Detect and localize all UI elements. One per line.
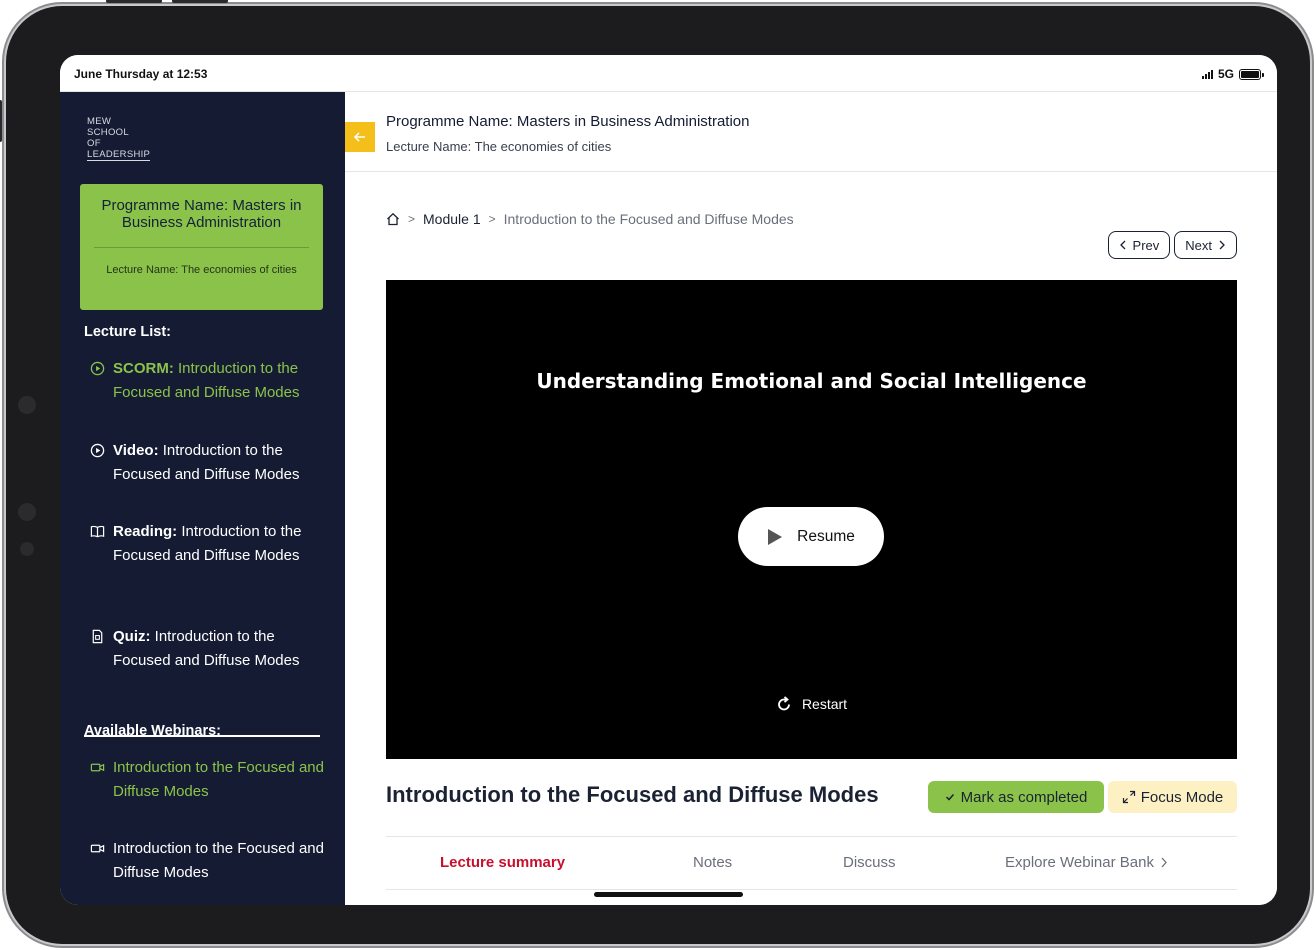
prev-label: Prev (1132, 237, 1160, 253)
home-icon[interactable] (386, 212, 400, 226)
logo-line: LEADERSHIP (87, 149, 151, 161)
status-time: June Thursday at 12:53 (74, 67, 208, 81)
webinars-title: Available Webinars: (84, 723, 221, 739)
lecture-item-quiz[interactable]: Quiz: Introduction to the Focused and Di… (90, 625, 330, 672)
lecture-heading: Introduction to the Focused and Diffuse … (386, 782, 879, 807)
logo-line: SCHOOL (87, 127, 129, 138)
header-program: Programme Name: Masters in Business Admi… (386, 113, 750, 130)
tab-label: Explore Webinar Bank (1005, 854, 1154, 871)
video-camera-icon (90, 763, 105, 772)
book-icon (90, 525, 105, 538)
camera-lens (18, 396, 36, 414)
play-icon (768, 528, 783, 545)
focus-mode-button[interactable]: Focus Mode (1108, 781, 1237, 813)
video-title: Understanding Emotional and Social Intel… (536, 369, 1087, 393)
tab-label: Discuss (843, 854, 896, 871)
chevron-left-icon (1119, 240, 1125, 250)
main-content: Programme Name: Masters in Business Admi… (345, 92, 1277, 905)
pager: Prev Next (1107, 231, 1237, 259)
lecture-item-scorm[interactable]: SCORM: Introduction to the Focused and D… (90, 357, 330, 404)
tab-discuss[interactable]: Discuss (843, 854, 896, 871)
tab-lecture-summary[interactable]: Lecture summary (440, 854, 565, 871)
next-label: Next (1185, 237, 1212, 253)
lecture-list-title: Lecture List: (84, 324, 172, 340)
mark-completed-button[interactable]: Mark as completed (928, 781, 1104, 813)
tablet-frame: June Thursday at 12:53 5G MEW SCHOOL OF … (0, 0, 1310, 944)
focus-mode-label: Focus Mode (1140, 788, 1224, 806)
restart-icon (778, 696, 790, 711)
tab-label: Lecture summary (440, 854, 566, 871)
header-lecture: Lecture Name: The economies of cities (386, 139, 612, 154)
network-label: 5G (1217, 67, 1234, 81)
status-bar: June Thursday at 12:53 5G (60, 55, 1277, 92)
webinar-item[interactable]: Introduction to the Focused and Diffuse … (90, 756, 330, 803)
battery-icon (1239, 68, 1264, 80)
webinar-title: Introduction to the Focused and Diffuse … (113, 759, 324, 800)
resume-label: Resume (797, 527, 855, 545)
camera-lens (20, 542, 34, 556)
tab-explore-webinar-bank[interactable]: Explore Webinar Bank (1005, 854, 1168, 871)
webinar-title: Introduction to the Focused and Diffuse … (113, 840, 324, 881)
school-logo: MEW SCHOOL OF LEADERSHIP (87, 116, 151, 161)
lecture-kind: Video: (113, 442, 159, 459)
breadcrumb-separator: > (408, 212, 416, 226)
webinar-item[interactable]: Introduction to the Focused and Diffuse … (90, 837, 330, 884)
play-circle-icon (90, 443, 105, 458)
breadcrumb-module[interactable]: Module 1 (423, 211, 481, 227)
next-button[interactable]: Next (1174, 231, 1237, 259)
header-info: Programme Name: Masters in Business Admi… (386, 113, 749, 154)
breadcrumb: > Module 1 > Introduction to the Focused… (386, 211, 794, 227)
lecture-item-reading[interactable]: Reading: Introduction to the Focused and… (90, 520, 330, 567)
arrow-left-icon (353, 132, 365, 142)
lecture-kind: SCORM: (113, 360, 174, 377)
header-divider (345, 171, 1277, 172)
camera-lens (18, 503, 36, 521)
tab-notes[interactable]: Notes (693, 854, 732, 871)
sidebar: MEW SCHOOL OF LEADERSHIP Programme Name:… (60, 92, 345, 905)
expand-icon (1122, 790, 1135, 804)
volume-button (0, 100, 2, 142)
chevron-right-icon (1161, 857, 1167, 868)
play-circle-icon (90, 361, 105, 376)
chevron-right-icon (1219, 240, 1225, 250)
program-card-lecture: Lecture Name: The economies of cities (106, 264, 297, 276)
power-button (106, 0, 162, 3)
restart-label: Restart (801, 696, 848, 712)
breadcrumb-separator: > (488, 212, 496, 226)
tab-label: Notes (693, 854, 733, 871)
logo-line: OF (87, 138, 101, 149)
power-button-2 (172, 0, 228, 3)
quiz-document-icon (92, 629, 103, 644)
restart-button[interactable]: Restart (386, 696, 1237, 712)
screen: June Thursday at 12:53 5G MEW SCHOOL OF … (60, 55, 1277, 905)
status-indicators: 5G (1201, 67, 1264, 81)
program-card-title: Programme Name: Masters in Business Admi… (101, 197, 302, 231)
tabs-divider-bottom (386, 889, 1237, 890)
check-icon (945, 793, 954, 801)
resume-button[interactable]: Resume (738, 507, 884, 566)
program-card-divider (94, 247, 309, 248)
lecture-kind: Quiz: (113, 628, 151, 645)
lecture-kind: Reading: (113, 523, 178, 540)
back-button[interactable] (345, 122, 375, 152)
home-indicator (594, 892, 743, 897)
video-camera-icon (90, 844, 105, 853)
logo-line: MEW (87, 116, 112, 127)
video-player[interactable]: Understanding Emotional and Social Intel… (386, 280, 1237, 759)
signal-icon (1201, 69, 1213, 79)
program-card: Programme Name: Masters in Business Admi… (80, 184, 323, 310)
tabs-divider-top (386, 836, 1237, 837)
prev-button[interactable]: Prev (1107, 231, 1171, 259)
mark-completed-label: Mark as completed (960, 788, 1088, 806)
lecture-item-video[interactable]: Video: Introduction to the Focused and D… (90, 439, 330, 486)
breadcrumb-current: Introduction to the Focused and Diffuse … (503, 211, 794, 227)
